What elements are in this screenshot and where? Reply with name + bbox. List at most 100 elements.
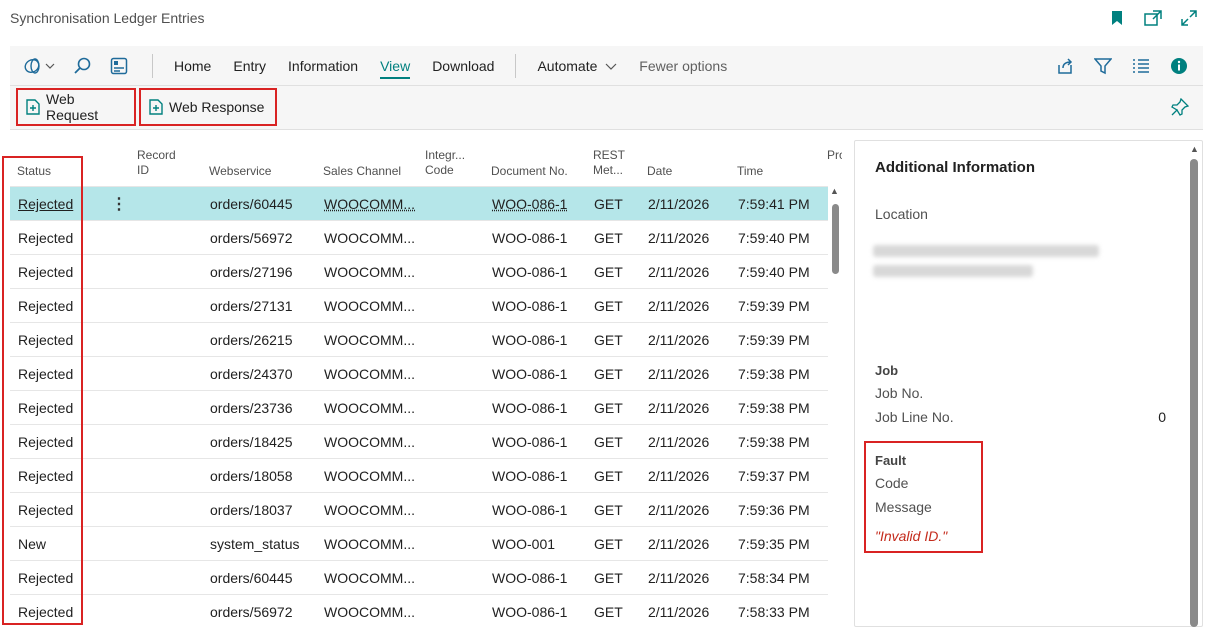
cell-webservice: orders/26215	[210, 332, 293, 348]
cell-status[interactable]: New	[18, 536, 46, 552]
cell-rest-method: GET	[594, 570, 623, 586]
table-row[interactable]: Rejected orders/60445 WOOCOMM... WOO-086-1 G…	[10, 560, 828, 594]
share-icon[interactable]	[1055, 56, 1075, 76]
list-view-icon[interactable]	[1131, 56, 1151, 76]
cell-webservice: orders/18425	[210, 434, 293, 450]
menu-download[interactable]: Download	[432, 50, 494, 82]
cell-time: 7:59:38 PM	[738, 434, 810, 450]
filter-icon[interactable]	[1093, 56, 1113, 76]
cell-rest-method: GET	[594, 264, 623, 280]
table-row[interactable]: Rejected orders/56972 WOOCOMM... WOO-086-1 G…	[10, 594, 828, 627]
open-new-window-icon[interactable]	[1144, 8, 1162, 28]
cell-sales-channel: WOOCOMM...	[324, 434, 415, 450]
table-row[interactable]: Rejected orders/18058 WOOCOMM... WOO-086-1 G…	[10, 458, 828, 492]
table-row[interactable]: Rejected orders/26215 WOOCOMM... WOO-086-1 G…	[10, 322, 828, 356]
column-header-rest-method[interactable]: REST Met...	[593, 148, 625, 178]
cell-status[interactable]: Rejected	[18, 298, 73, 314]
table-row[interactable]: Rejected orders/24370 WOOCOMM... WOO-086-1 G…	[10, 356, 828, 390]
web-request-label: Web Request	[46, 91, 99, 123]
cell-document-no: WOO-086-1	[492, 298, 568, 314]
job-line-no-value: 0	[1158, 409, 1166, 425]
web-response-button[interactable]: Web Response	[139, 88, 277, 126]
cell-date: 2/11/2026	[648, 332, 710, 348]
cell-rest-method: GET	[594, 604, 623, 620]
menu-entry[interactable]: Entry	[233, 50, 266, 82]
table-row[interactable]: New system_status WOOCOMM... WOO-001 GET 2/11…	[10, 526, 828, 560]
cell-rest-method: GET	[594, 400, 623, 416]
cell-status[interactable]: Rejected	[18, 366, 73, 382]
column-header-record-id[interactable]: Record ID	[137, 148, 176, 178]
cell-webservice: system_status	[210, 536, 300, 552]
cell-status[interactable]: Rejected	[18, 570, 73, 586]
cell-status[interactable]: Rejected	[18, 434, 73, 450]
cell-status[interactable]: Rejected	[18, 264, 73, 280]
cell-time: 7:59:36 PM	[738, 502, 810, 518]
menu-view[interactable]: View	[380, 50, 411, 82]
column-header-time[interactable]: Time	[737, 164, 763, 179]
column-header-integration-code[interactable]: Integr... Code	[425, 148, 465, 178]
title-icons	[1108, 8, 1198, 28]
table-row[interactable]: Rejected orders/27131 WOOCOMM... WOO-086-1 G…	[10, 288, 828, 322]
pin-icon[interactable]	[1171, 97, 1190, 121]
cell-status[interactable]: Rejected	[18, 230, 73, 246]
scrollbar-thumb[interactable]	[832, 204, 839, 274]
list-scrollbar[interactable]: ▲	[829, 186, 841, 627]
cell-date: 2/11/2026	[648, 366, 710, 382]
menu-information[interactable]: Information	[288, 50, 358, 82]
scroll-up-icon[interactable]: ▲	[830, 186, 839, 196]
menu-home[interactable]: Home	[174, 50, 211, 82]
document-icon	[149, 99, 163, 115]
column-header-sales-channel[interactable]: Sales Channel	[323, 164, 401, 179]
table-row[interactable]: Rejected orders/27196 WOOCOMM... WOO-086-1 G…	[10, 254, 828, 288]
table-row[interactable]: Rejected orders/56972 WOOCOMM... WOO-086-1 G…	[10, 220, 828, 254]
scroll-up-icon[interactable]: ▲	[1190, 144, 1199, 154]
row-actions-icon[interactable]: ⋮	[111, 194, 127, 214]
cell-sales-channel: WOOCOMM...	[324, 332, 415, 348]
column-header-status[interactable]: Status	[17, 164, 51, 179]
table-row[interactable]: Rejected orders/23736 WOOCOMM... WOO-086-1 G…	[10, 390, 828, 424]
cell-date: 2/11/2026	[648, 400, 710, 416]
cell-status[interactable]: Rejected	[18, 332, 73, 348]
menu-automate[interactable]: Automate	[537, 50, 617, 82]
copilot-dropdown-icon[interactable]	[22, 53, 60, 79]
cell-status[interactable]: Rejected	[18, 196, 73, 212]
job-line-no-label: Job Line No.	[875, 409, 954, 425]
cell-time: 7:58:33 PM	[738, 604, 810, 620]
cell-time: 7:59:35 PM	[738, 536, 810, 552]
web-request-button[interactable]: Web Request	[16, 88, 136, 126]
search-icon[interactable]	[70, 53, 96, 79]
cell-time: 7:59:41 PM	[738, 196, 810, 212]
cell-webservice: orders/27131	[210, 298, 293, 314]
expand-icon[interactable]	[1180, 8, 1198, 28]
column-header-pro[interactable]: Pro	[827, 148, 842, 163]
cell-document-no: WOO-086-1	[492, 366, 568, 382]
cell-status[interactable]: Rejected	[18, 604, 73, 620]
table-row[interactable]: Rejected orders/18037 WOOCOMM... WOO-086-1 G…	[10, 492, 828, 526]
factbox-scrollbar[interactable]: ▲	[1187, 144, 1201, 627]
cell-rest-method: GET	[594, 332, 623, 348]
bookmark-icon[interactable]	[1108, 8, 1126, 28]
document-icon	[26, 99, 40, 115]
column-header-date[interactable]: Date	[647, 164, 672, 179]
scrollbar-thumb[interactable]	[1190, 159, 1198, 627]
column-header-webservice[interactable]: Webservice	[209, 164, 271, 179]
table-row[interactable]: Rejected orders/60445 WOOCOMM... WOO-086-1 G…	[10, 186, 828, 220]
info-icon[interactable]	[1169, 56, 1189, 76]
cell-status[interactable]: Rejected	[18, 468, 73, 484]
cell-date: 2/11/2026	[648, 604, 710, 620]
fault-group-heading: Fault	[875, 453, 907, 468]
cell-status[interactable]: Rejected	[18, 502, 73, 518]
table-row[interactable]: Rejected orders/18425 WOOCOMM... WOO-086-1 G…	[10, 424, 828, 458]
column-header-document-no[interactable]: Document No.	[491, 164, 568, 179]
cell-document-no: WOO-086-1	[492, 230, 568, 246]
cell-date: 2/11/2026	[648, 196, 710, 212]
cell-rest-method: GET	[594, 536, 623, 552]
edit-list-icon[interactable]	[106, 53, 132, 79]
cell-sales-channel: WOOCOMM...	[324, 196, 415, 212]
factbox-title: Additional Information	[875, 159, 1035, 176]
list-header: Status Record ID Webservice Sales Channe…	[10, 140, 842, 186]
cell-status[interactable]: Rejected	[18, 400, 73, 416]
cell-webservice: orders/23736	[210, 400, 293, 416]
cell-time: 7:59:39 PM	[738, 332, 810, 348]
fewer-options-link[interactable]: Fewer options	[639, 50, 727, 82]
